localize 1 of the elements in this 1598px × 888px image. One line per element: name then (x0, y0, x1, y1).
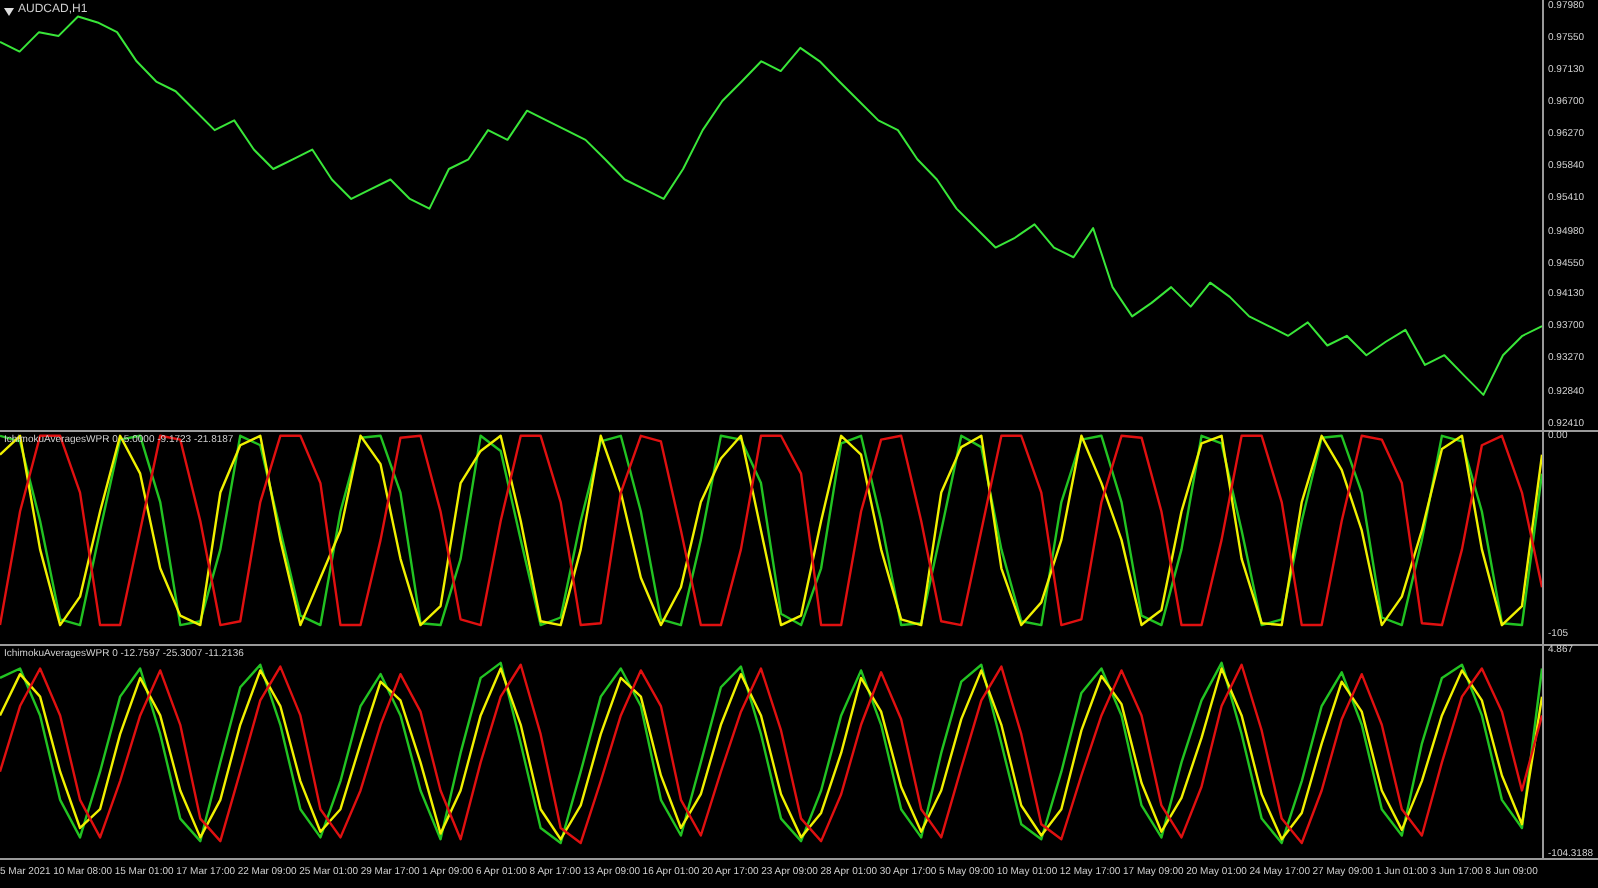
triangle-icon[interactable] (4, 7, 14, 15)
